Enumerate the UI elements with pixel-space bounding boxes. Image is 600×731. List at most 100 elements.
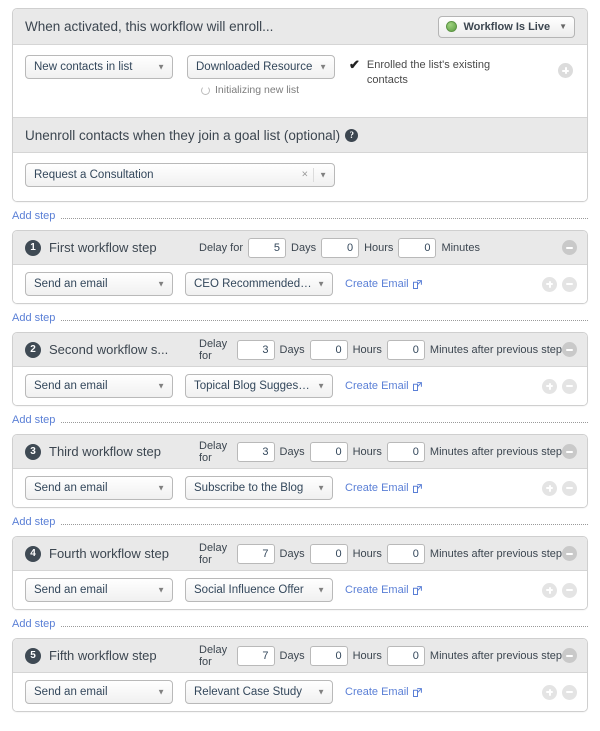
minutes-label: Minutes [441,241,480,254]
workflow-step: 1 First workflow step Delay for Days Hou… [12,230,588,304]
create-email-link[interactable]: Create Email [345,482,422,494]
add-action-button[interactable] [542,480,557,496]
select-divider [313,168,314,182]
delay-days-input[interactable] [236,645,275,666]
add-step-link[interactable]: Add step [12,312,55,324]
step-row-buttons [542,480,577,496]
chevron-down-icon: ▼ [319,170,327,180]
remove-action-button[interactable] [562,378,577,394]
add-step-row[interactable]: Add step [12,515,588,529]
minus-circle-icon [566,589,573,591]
step-email-select[interactable]: Subscribe to the Blog ▼ [185,476,333,500]
step-action-select[interactable]: Send an email ▼ [25,476,173,500]
add-action-button[interactable] [542,276,557,292]
step-header: 2 Second workflow s... Delay for Days Ho… [13,333,587,367]
delay-hours-input[interactable] [309,543,348,564]
remove-action-button[interactable] [562,684,577,700]
enrollment-body: New contacts in list ▼ Downloaded Resour… [13,45,587,117]
add-action-button[interactable] [542,378,557,394]
step-email-value: Subscribe to the Blog [194,482,304,494]
delay-hours-input[interactable] [309,441,348,462]
initializing-label: Initializing new list [215,84,300,96]
remove-step-button[interactable] [562,444,577,459]
step-action-value: Send an email [34,584,108,596]
create-email-link[interactable]: Create Email [345,584,422,596]
goal-list-select[interactable]: Request a Consultation × ▼ [25,163,335,187]
days-label: Days [291,241,317,254]
create-email-link[interactable]: Create Email [345,380,422,392]
delay-minutes-input[interactable] [398,237,437,258]
step-email-select[interactable]: Relevant Case Study ▼ [185,680,333,704]
delay-minutes-input[interactable] [386,339,425,360]
create-email-label: Create Email [345,482,409,494]
add-step-link[interactable]: Add step [12,516,55,528]
delay-days-input[interactable] [236,339,275,360]
step-action-value: Send an email [34,278,108,290]
step-email-select[interactable]: Topical Blog Suggestion ▼ [185,374,333,398]
step-email-value: Social Influence Offer [194,584,304,596]
delay-for-label: Delay for [199,337,228,362]
step-body: Send an email ▼ Relevant Case Study ▼ Cr… [13,673,587,711]
step-action-value: Send an email [34,482,108,494]
remove-step-button[interactable] [562,342,577,357]
delay-days-input[interactable] [248,237,287,258]
step-action-select[interactable]: Send an email ▼ [25,374,173,398]
add-step-link[interactable]: Add step [12,414,55,426]
delay-hours-input[interactable] [309,339,348,360]
delay-minutes-input[interactable] [386,645,425,666]
create-email-label: Create Email [345,686,409,698]
add-step-row[interactable]: Add step [12,617,588,631]
delay-minutes-input[interactable] [386,543,425,564]
add-step-row[interactable]: Add step [12,209,588,223]
add-step-row[interactable]: Add step [12,413,588,427]
step-action-select[interactable]: Send an email ▼ [25,578,173,602]
delay-minutes-input[interactable] [386,441,425,462]
step-title: Fifth workflow step [49,648,157,663]
remove-step-button[interactable] [562,648,577,663]
close-icon[interactable]: × [302,169,308,181]
create-email-link[interactable]: Create Email [345,278,422,290]
remove-step-button[interactable] [562,546,577,561]
add-step-link[interactable]: Add step [12,618,55,630]
status-dot-icon [446,21,458,32]
remove-action-button[interactable] [562,276,577,292]
add-step-link[interactable]: Add step [12,210,55,222]
delay-for-label: Delay for [199,643,228,668]
enrollment-panel: When activated, this workflow will enrol… [12,8,588,202]
trigger-type-select[interactable]: New contacts in list ▼ [25,55,173,79]
remove-step-button[interactable] [562,240,577,255]
add-step-row[interactable]: Add step [12,311,588,325]
trigger-list-value: Downloaded Resource [196,61,313,73]
remove-action-button[interactable] [562,480,577,496]
add-action-button[interactable] [542,582,557,598]
spinner-icon [201,85,210,95]
workflow-status-button[interactable]: Workflow Is Live ▼ [438,15,575,38]
add-trigger-button[interactable] [558,63,573,78]
trigger-list-select[interactable]: Downloaded Resource ▼ [187,55,335,79]
minus-circle-icon [566,385,573,387]
help-circle-icon[interactable]: ? [345,128,359,142]
step-action-select[interactable]: Send an email ▼ [25,680,173,704]
enrollment-header: When activated, this workflow will enrol… [13,9,587,45]
step-email-value: Topical Blog Suggestion [194,380,312,392]
create-email-link[interactable]: Create Email [345,686,422,698]
delay-hours-input[interactable] [321,237,360,258]
minus-circle-icon [566,654,573,657]
delay-hours-input[interactable] [309,645,348,666]
step-action-select[interactable]: Send an email ▼ [25,272,173,296]
step-email-select[interactable]: Social Influence Offer ▼ [185,578,333,602]
step-email-select[interactable]: CEO Recommended ... ▼ [185,272,333,296]
step-row-buttons [542,276,577,292]
delay-days-input[interactable] [236,543,275,564]
hours-label: Hours [352,445,382,458]
delay-days-input[interactable] [236,441,275,462]
add-step-divider [61,320,588,321]
step-email-value: Relevant Case Study [194,686,303,698]
delay-for-label: Delay for [199,439,228,464]
add-step-divider [61,524,588,525]
remove-action-button[interactable] [562,582,577,598]
minus-circle-icon [566,487,573,489]
add-action-button[interactable] [542,684,557,700]
chevron-down-icon: ▼ [559,22,567,31]
external-link-icon [412,279,422,289]
